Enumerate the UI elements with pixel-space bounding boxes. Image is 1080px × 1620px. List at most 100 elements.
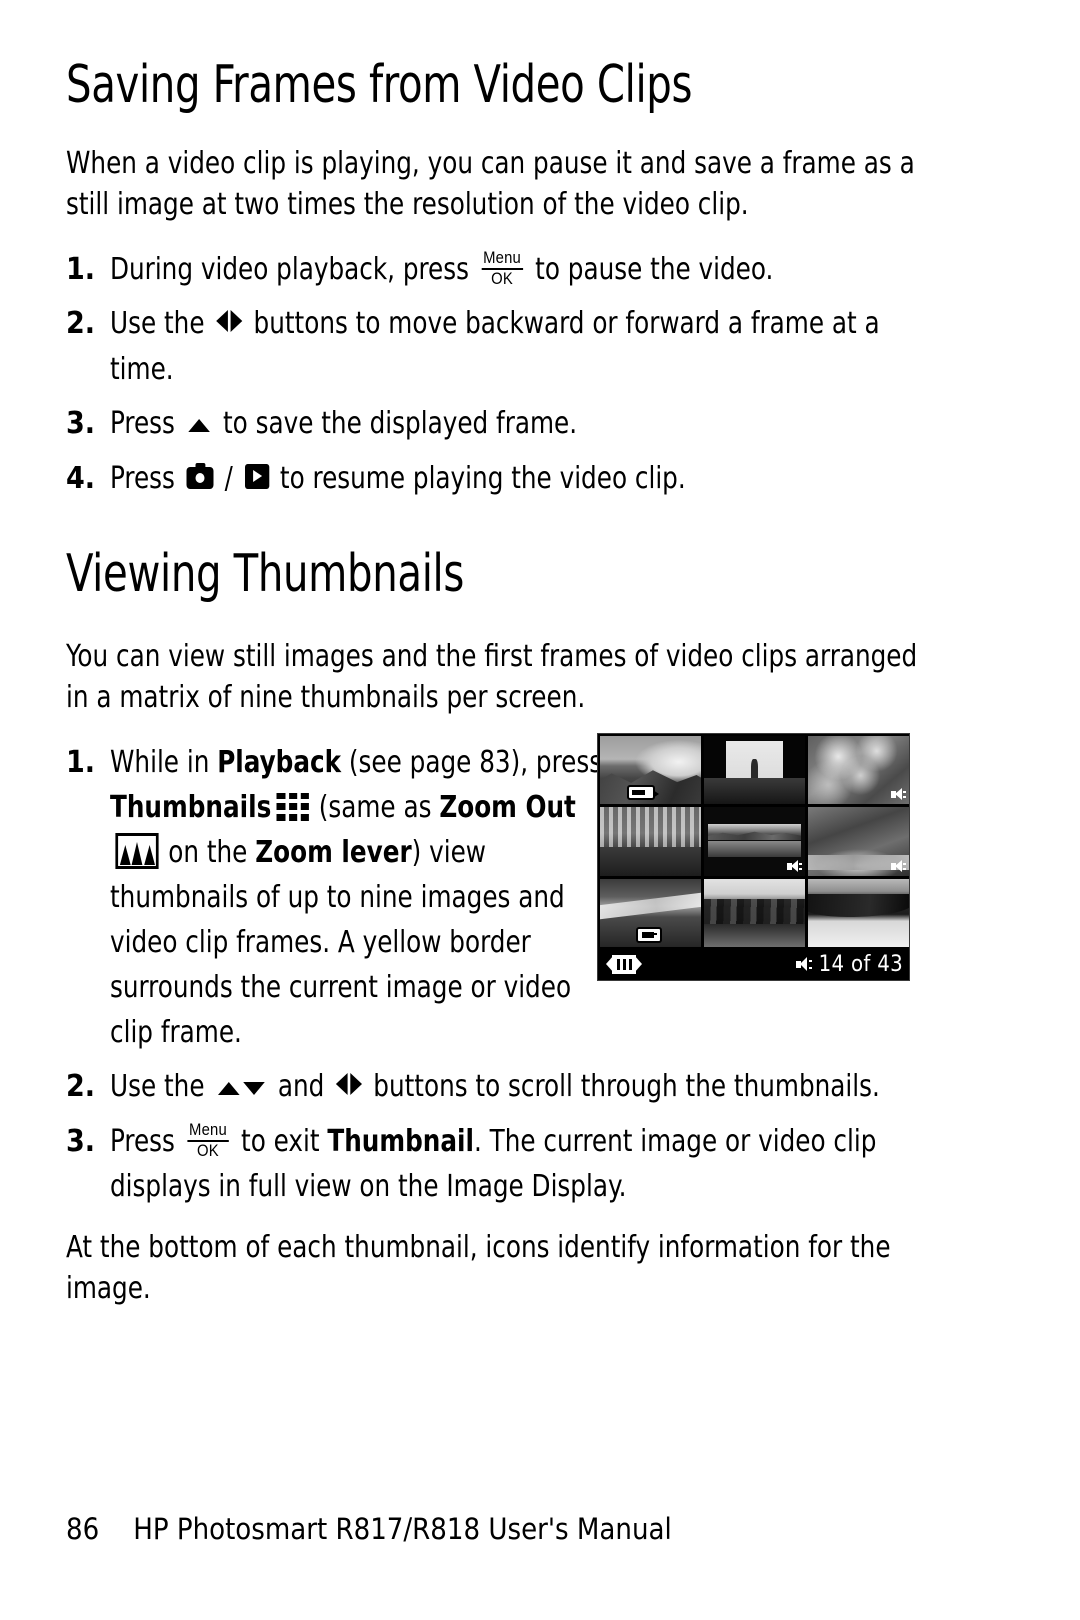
thumbnail-screen-figure: 14 of 43 xyxy=(597,733,910,981)
step-text-part: Use the xyxy=(110,306,213,342)
step-text-part: and xyxy=(269,1069,333,1105)
step-text: Press to save the displayed frame. xyxy=(110,401,925,447)
menu-ok-icon-top: Menu xyxy=(187,1122,229,1142)
left-right-arrows-icon xyxy=(335,1063,362,1108)
step-item: 3. Press to save the displayed frame. xyxy=(66,401,926,447)
step-number: 2. xyxy=(66,306,96,342)
step-text-part: Press xyxy=(110,406,183,442)
emphasis-playback: Playback xyxy=(217,745,342,781)
step-text: Press Menu OK to exit Thumbnail. The curr… xyxy=(110,1119,925,1209)
step-item: 4. Press / to resume playing the video c… xyxy=(66,456,926,501)
emphasis-zoom-out: Zoom Out xyxy=(439,790,576,826)
step-number: 1. xyxy=(66,745,96,781)
speaker-icon xyxy=(795,957,812,972)
thumbnail-cell xyxy=(600,878,701,947)
step-text-part: Press xyxy=(110,461,183,497)
filmstrip-icon xyxy=(606,955,642,974)
thumbnail-status-bar: 14 of 43 xyxy=(598,949,909,980)
right-arrow-icon xyxy=(350,1073,362,1096)
up-arrow-icon xyxy=(188,400,210,445)
step-text: During video playback, press Menu OK to p… xyxy=(110,247,925,292)
thumbnail-cell xyxy=(600,807,701,876)
thumbnail-image-palm-trees xyxy=(704,878,805,947)
step-text: Use the and buttons to scroll through th… xyxy=(110,1064,925,1110)
step-text-part: to pause the video. xyxy=(527,252,774,288)
up-down-arrows-icon xyxy=(217,1063,265,1108)
step-number: 2. xyxy=(66,1069,96,1105)
menu-ok-icon: Menu OK xyxy=(481,250,523,288)
step-text: Use the buttons to move backward or forw… xyxy=(110,301,925,392)
thumbnail-cell xyxy=(704,878,805,947)
left-arrow-icon xyxy=(215,310,228,333)
thumbnail-cell xyxy=(808,878,909,947)
page-content: Saving Frames from Video Clips When a vi… xyxy=(66,55,926,1331)
intro-paragraph-viewing-thumbnails: You can view still images and the first … xyxy=(66,639,918,716)
right-arrow-icon xyxy=(230,310,243,333)
left-arrow-icon xyxy=(335,1073,348,1096)
page-number: 86 xyxy=(66,1512,100,1546)
emphasis-zoom-lever: Zoom lever xyxy=(255,835,412,871)
step-text-part: During video playback, press xyxy=(110,252,477,288)
thumbnail-image-beach-cove xyxy=(808,878,909,947)
thumbnail-cell xyxy=(600,736,701,805)
section-title-viewing-thumbnails: Viewing Thumbnails xyxy=(66,544,464,605)
step-number: 3. xyxy=(66,1124,96,1160)
menu-ok-icon: Menu OK xyxy=(187,1122,229,1160)
step-text: While in Playback (see page 83), press T… xyxy=(110,740,619,1055)
menu-ok-icon-bottom: OK xyxy=(196,1141,219,1160)
icon-separator: / xyxy=(216,461,241,497)
down-arrow-icon xyxy=(242,1082,265,1096)
step-text-part: buttons to scroll through the thumbnails… xyxy=(365,1069,880,1105)
step-text-part: While in xyxy=(110,745,218,781)
step-text-part: (same as xyxy=(310,790,440,826)
intro-paragraph-saving-frames: When a video clip is playing, you can pa… xyxy=(66,146,915,223)
step-number: 4. xyxy=(66,461,96,497)
left-right-arrows-icon xyxy=(215,300,243,345)
step-item: 3. Press Menu OK to exit Thumbnail. The c… xyxy=(66,1119,926,1209)
emphasis-thumbnail: Thumbnail xyxy=(327,1124,474,1160)
speaker-icon xyxy=(891,788,906,801)
thumbnail-cell xyxy=(808,736,909,805)
step-item: 2. Use the buttons to move backward or f… xyxy=(66,301,926,392)
rotate-icon xyxy=(636,927,663,943)
up-arrow-glyph xyxy=(188,419,210,433)
menu-ok-icon-top: Menu xyxy=(481,250,523,270)
step-text-part: to resume playing the video clip. xyxy=(272,461,686,497)
emphasis-thumbnails: Thumbnails xyxy=(110,790,272,826)
footer-title: HP Photosmart R817/R818 User's Manual xyxy=(133,1512,672,1546)
thumbnails-grid-icon xyxy=(276,792,310,821)
camera-icon xyxy=(186,462,214,489)
menu-ok-icon-bottom: OK xyxy=(491,269,514,288)
play-icon xyxy=(245,464,270,490)
manual-page: Saving Frames from Video Clips When a vi… xyxy=(0,0,1080,1620)
thumbnail-cell-selected[interactable] xyxy=(704,807,805,876)
section-title-saving-frames: Saving Frames from Video Clips xyxy=(66,55,693,115)
image-count-label: 14 of 43 xyxy=(818,951,903,977)
step-item: 2. Use the and buttons to scroll through… xyxy=(66,1064,926,1110)
print-icon xyxy=(626,785,659,801)
step-item: 1. While in Playback (see page 83), pres… xyxy=(66,740,620,1055)
step-text-part: to exit xyxy=(233,1124,328,1160)
step-item: 1. During video playback, press Menu OK t… xyxy=(66,247,926,292)
status-right-group: 14 of 43 xyxy=(795,951,903,977)
step-text-part: (see page 83), press xyxy=(341,745,603,781)
thumbnail-image-building xyxy=(600,807,701,876)
thumbnail-image-statue xyxy=(704,736,805,805)
step-text: Press / to resume playing the video clip… xyxy=(110,456,925,501)
step-text-part: to save the displayed frame. xyxy=(215,406,578,442)
thumbnail-cell xyxy=(704,736,805,805)
step-text-part: on the xyxy=(160,835,256,871)
speaker-icon xyxy=(891,859,906,873)
step-text-part: Use the xyxy=(110,1069,213,1105)
speaker-icon xyxy=(787,859,802,873)
zoom-out-icon xyxy=(115,832,159,869)
step-number: 1. xyxy=(66,252,96,288)
step-number: 3. xyxy=(66,406,96,442)
thumbnail-cell xyxy=(808,807,909,876)
up-arrow-icon xyxy=(217,1082,240,1096)
steps-saving-frames: 1. During video playback, press Menu OK t… xyxy=(66,247,926,501)
closing-paragraph: At the bottom of each thumbnail, icons i… xyxy=(66,1230,891,1307)
step-text-part: Press xyxy=(110,1124,183,1160)
thumbnail-grid xyxy=(598,734,909,949)
page-footer: 86 HP Photosmart R817/R818 User's Manual xyxy=(66,1512,672,1546)
